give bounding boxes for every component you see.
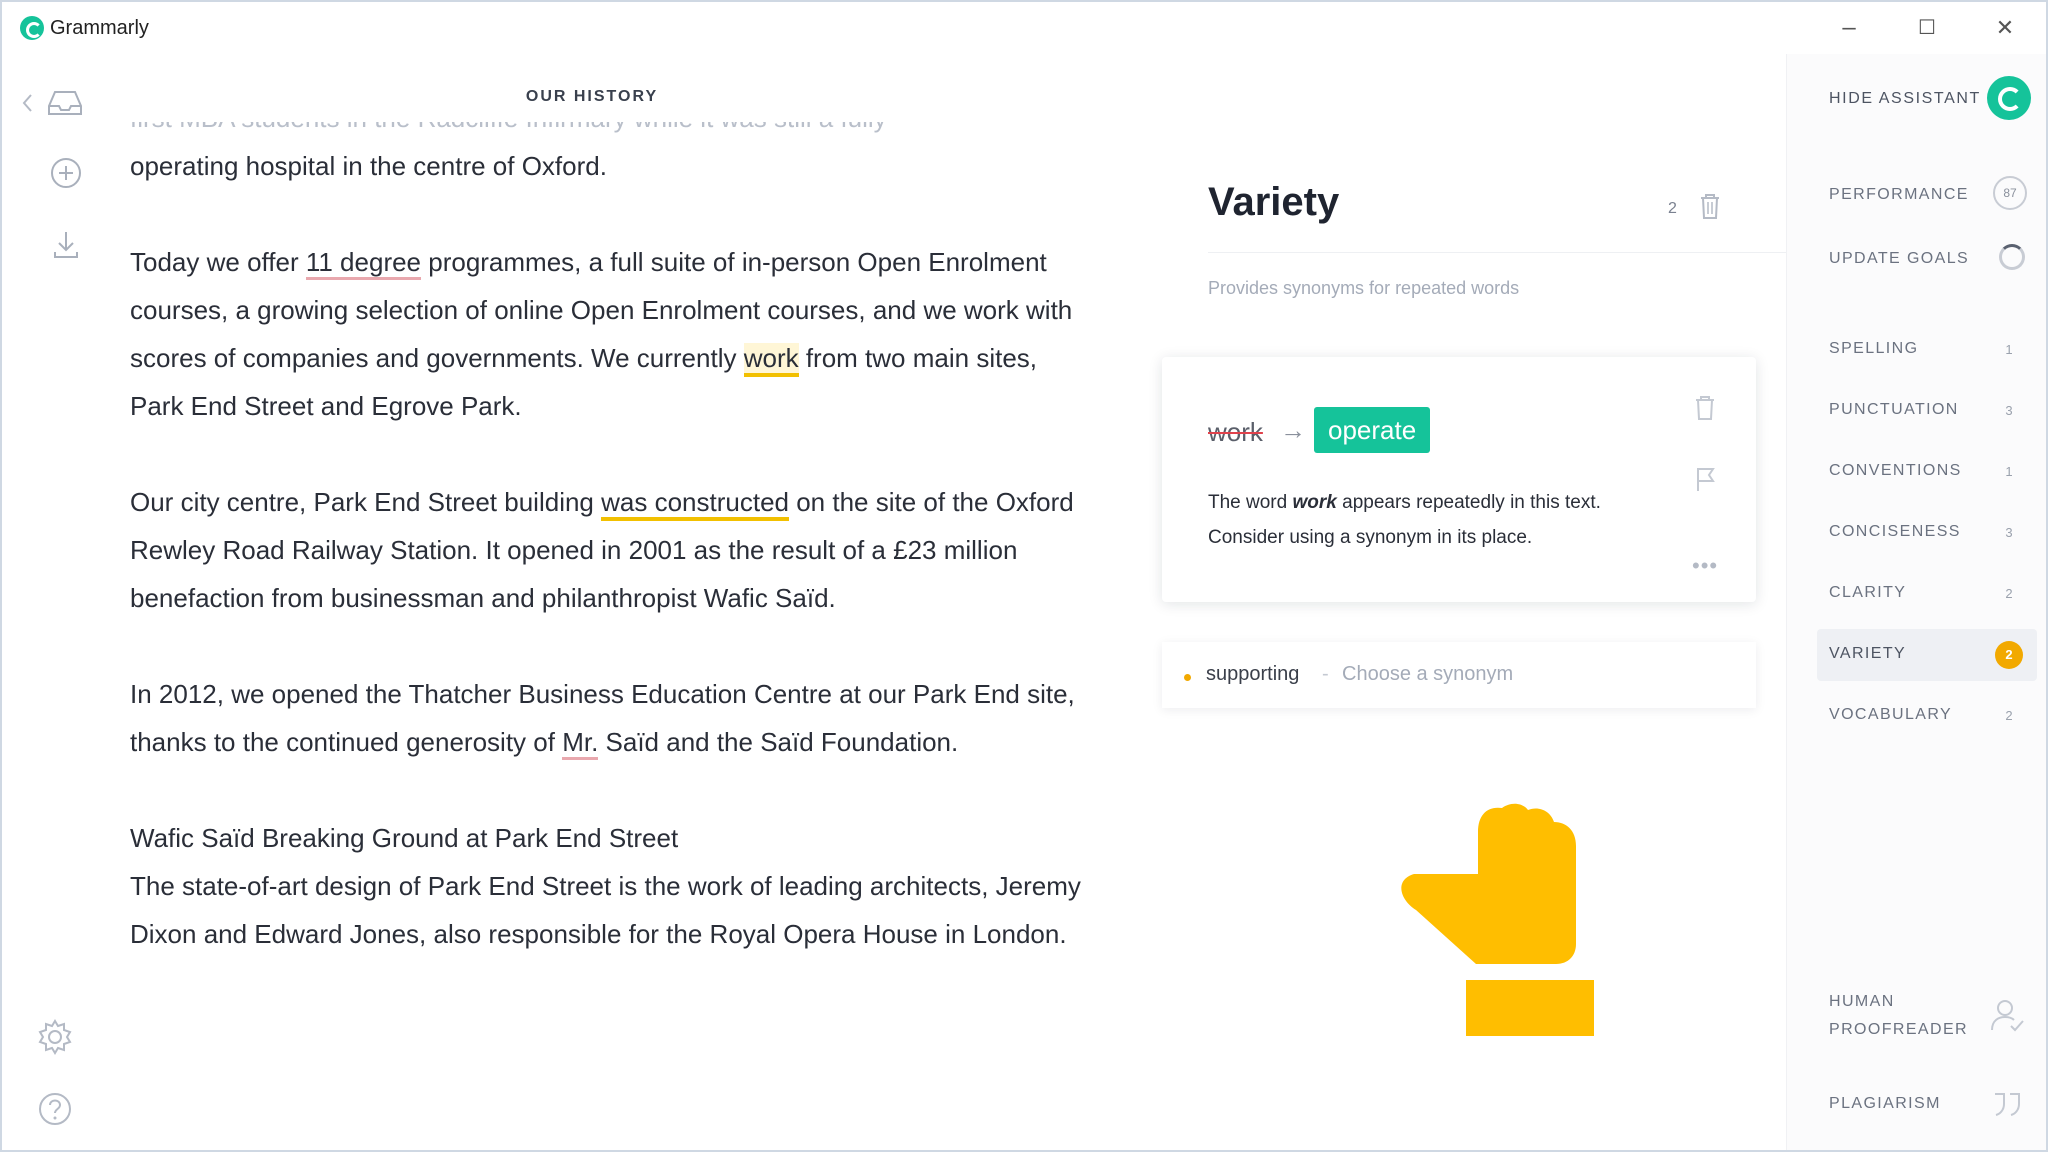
category-label: CLARITY <box>1829 584 1907 601</box>
minimize-button[interactable]: – <box>1832 12 1866 44</box>
category-count-badge: 2 <box>1995 641 2023 669</box>
category-label: VARIETY <box>1829 645 1907 662</box>
category-count: 1 <box>2005 464 2013 479</box>
dismiss-all-trash-icon[interactable] <box>1696 190 1724 222</box>
document-editor[interactable]: first MBA students in the Radcliffe Infi… <box>130 122 1090 1132</box>
flagged-text[interactable]: was constructed <box>601 487 789 521</box>
arrow-right-icon: → <box>1280 415 1306 445</box>
update-goals-label: UPDATE GOALS <box>1829 250 1970 267</box>
flagged-word-work[interactable]: work <box>743 343 799 377</box>
category-label: CONCISENESS <box>1829 523 1961 540</box>
variety-dot-icon <box>1184 674 1191 681</box>
pointing-hand-cursor-icon <box>1401 803 1594 1036</box>
category-count: 1 <box>2005 342 2013 357</box>
paragraph-4: In 2012, we opened the Thatcher Business… <box>130 670 1090 766</box>
performance-label: PERFORMANCE <box>1829 186 1969 203</box>
category-label: VOCABULARY <box>1829 706 1953 723</box>
human-proofreader-button[interactable]: HUMAN PROOFREADER <box>1829 988 1979 1044</box>
category-title: Variety <box>1208 180 1340 224</box>
maximize-button[interactable]: ☐ <box>1910 12 1944 44</box>
faded-line: first MBA students in the Radcliffe Infi… <box>130 122 1090 142</box>
download-icon[interactable] <box>42 220 92 270</box>
flagged-text[interactable]: Mr. <box>562 727 599 760</box>
back-chevron-icon[interactable] <box>20 88 34 118</box>
title-bar: Grammarly – ☐ ✕ <box>2 2 2046 54</box>
paragraph-heading: Wafic Saïd Breaking Ground at Park End S… <box>130 823 679 853</box>
paragraph-2: Today we offer 11 degree programmes, a f… <box>130 247 1073 421</box>
settings-gear-icon[interactable] <box>30 1012 80 1062</box>
document-title: OUR HISTORY <box>525 88 659 105</box>
category-conciseness[interactable]: CONCISENESS 3 <box>1817 507 2037 559</box>
grammarly-window: Grammarly – ☐ ✕ OUR HISTORY operating ho… <box>0 0 2048 1152</box>
collapsed-suggestion[interactable]: supporting - Choose a synonym <box>1162 642 1756 708</box>
category-label: PUNCTUATION <box>1829 401 1959 418</box>
category-vocabulary[interactable]: VOCABULARY 2 <box>1817 690 2037 742</box>
category-count: 2 <box>2005 586 2013 601</box>
category-conventions[interactable]: CONVENTIONS 1 <box>1817 446 2037 498</box>
category-label: SPELLING <box>1829 340 1919 357</box>
performance-item[interactable]: PERFORMANCE 87 <box>1817 170 2037 222</box>
plagiarism-quote-icon[interactable] <box>1987 1084 2027 1124</box>
help-question-icon[interactable] <box>30 1084 80 1134</box>
proofreader-person-icon[interactable] <box>1987 996 2027 1036</box>
report-flag-icon[interactable] <box>1692 465 1718 493</box>
category-label: CONVENTIONS <box>1829 462 1962 479</box>
original-word: work <box>1208 417 1263 447</box>
close-button[interactable]: ✕ <box>1988 12 2022 44</box>
category-count: 2 <box>1668 200 1677 217</box>
new-document-plus-icon[interactable] <box>42 148 92 198</box>
left-rail <box>2 54 112 1150</box>
more-options-icon[interactable]: ••• <box>1692 553 1718 579</box>
category-spelling[interactable]: SPELLING 1 <box>1817 324 2037 376</box>
inbox-icon[interactable] <box>40 76 90 126</box>
assistant-sidebar: HIDE ASSISTANT PERFORMANCE 87 UPDATE GOA… <box>1786 54 2046 1150</box>
category-count: 3 <box>2005 525 2013 540</box>
suggestion-card[interactable]: work → operate The word work appears rep… <box>1162 357 1756 602</box>
category-variety[interactable]: VARIETY 2 <box>1817 629 2037 681</box>
goals-ring-icon <box>1999 244 2025 270</box>
grammarly-g-icon[interactable] <box>1987 76 2031 120</box>
suggestion-explanation: The word work appears repeatedly in this… <box>1208 492 1601 548</box>
category-count: 2 <box>2005 708 2013 723</box>
category-description: Provides synonyms for repeated words <box>1208 278 1520 298</box>
dismiss-trash-icon[interactable] <box>1692 393 1718 423</box>
performance-score: 87 <box>1993 176 2027 210</box>
replacement-button[interactable]: operate <box>1314 407 1431 453</box>
plagiarism-button[interactable]: PLAGIARISM <box>1829 1090 1941 1118</box>
flagged-text[interactable]: 11 degree <box>305 247 422 280</box>
category-clarity[interactable]: CLARITY 2 <box>1817 568 2037 620</box>
suggestion-hint: Choose a synonym <box>1342 663 1514 685</box>
separator: - <box>1322 663 1329 685</box>
hide-assistant-button[interactable]: HIDE ASSISTANT <box>1829 90 1981 108</box>
paragraph-3: Our city centre, Park End Street buildin… <box>130 487 1074 613</box>
suggestion-word: supporting <box>1206 663 1300 685</box>
category-punctuation[interactable]: PUNCTUATION 3 <box>1817 385 2037 437</box>
grammarly-logo-icon <box>20 16 44 40</box>
paragraph-5: The state-of-art design of Park End Stre… <box>130 871 1081 949</box>
update-goals-item[interactable]: UPDATE GOALS <box>1817 234 2037 286</box>
app-title: Grammarly <box>50 17 149 39</box>
category-count: 3 <box>2005 403 2013 418</box>
paragraph-1: operating hospital in the centre of Oxfo… <box>130 151 607 181</box>
